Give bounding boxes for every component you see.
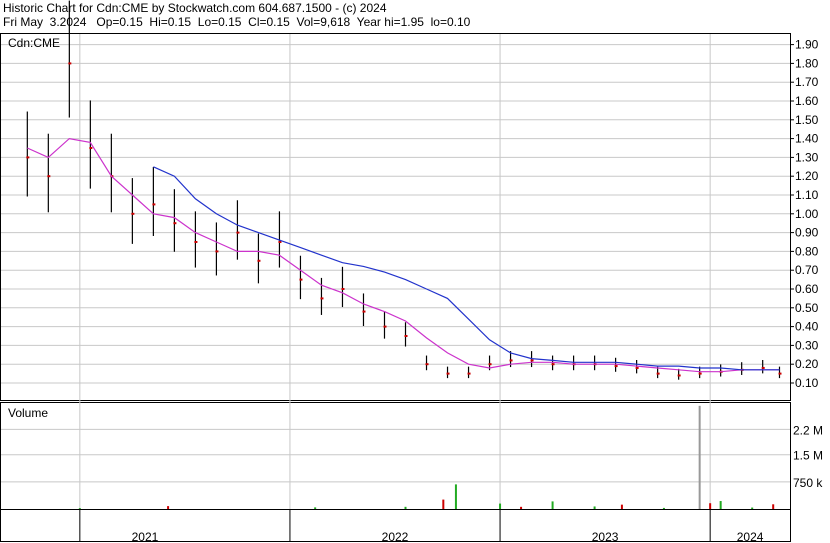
volume-bar (709, 503, 712, 509)
close-marker (778, 372, 782, 375)
close-marker (614, 365, 618, 368)
moving-average-short-line (27, 137, 780, 373)
price-tick-label: 0.90 (795, 226, 819, 240)
close-marker (404, 335, 408, 337)
close-marker (299, 278, 303, 281)
price-tick-label: 0.10 (795, 376, 819, 390)
close-marker (341, 288, 345, 290)
close-marker (215, 250, 219, 253)
volume-tick-label: 750 k (793, 476, 823, 490)
chart-window: Historic Chart for Cdn:CME by Stockwatch… (0, 0, 830, 543)
close-marker (152, 203, 156, 206)
volume-bar (551, 501, 554, 509)
volume-panel-frame (0, 402, 791, 510)
year-label: 2024 (737, 530, 764, 543)
price-tick-label: 1.50 (795, 113, 819, 127)
close-marker (698, 372, 702, 375)
close-marker (89, 147, 93, 149)
price-tick-label: 1.20 (795, 169, 819, 183)
volume-bar (719, 501, 722, 509)
price-tick-label: 1.40 (795, 132, 819, 146)
volume-bar (499, 503, 502, 509)
close-marker (383, 325, 387, 328)
price-tick-label: 1.60 (795, 94, 819, 108)
close-marker (677, 374, 681, 377)
price-panel-title: Cdn:CME (8, 36, 60, 50)
volume-panel-title: Volume (8, 406, 48, 420)
price-tick-label: 1.00 (795, 207, 819, 221)
close-marker (467, 372, 471, 375)
close-marker (320, 297, 324, 300)
close-marker (194, 241, 198, 243)
volume-bar (314, 507, 317, 509)
volume-bar (751, 507, 754, 509)
volume-bar (442, 499, 445, 509)
moving-average-long-line (153, 166, 780, 371)
close-marker (257, 259, 261, 262)
volume-bar (78, 508, 81, 509)
year-label: 2021 (132, 530, 159, 543)
volume-bar (620, 504, 623, 509)
price-tick-label: 1.90 (795, 38, 819, 52)
close-marker (47, 175, 51, 178)
close-marker (173, 222, 177, 225)
price-tick-label: 0.70 (795, 263, 819, 277)
price-tick-label: 0.30 (795, 338, 819, 352)
close-marker (446, 372, 450, 375)
close-marker (488, 363, 492, 366)
price-tick-label: 1.70 (795, 75, 819, 89)
price-tick-label: 0.60 (795, 282, 819, 296)
price-tick-label: 0.20 (795, 357, 819, 371)
volume-bar (662, 507, 665, 509)
volume-bar (404, 506, 407, 509)
close-marker (362, 310, 366, 313)
price-volume-chart: 1.90 1.80 1.70 1.60 1.50 1.40 1.30 1.20 1.10 1.00… (0, 0, 823, 543)
price-tick-label: 0.40 (795, 320, 819, 334)
price-tick-label: 0.50 (795, 301, 819, 315)
volume-tick-label: 2.2 M (793, 423, 823, 437)
close-marker (551, 363, 555, 366)
year-label: 2022 (382, 530, 409, 543)
price-tick-label: 1.10 (795, 188, 819, 202)
close-marker (131, 212, 135, 215)
close-marker (68, 62, 72, 65)
volume-bar (454, 484, 457, 509)
close-marker (656, 372, 660, 375)
close-marker (425, 363, 429, 366)
price-tick-label: 0.80 (795, 244, 819, 258)
price-tick-label: 1.80 (795, 56, 819, 70)
volume-bar (167, 506, 170, 509)
volume-bar (593, 506, 596, 509)
close-marker (761, 366, 765, 369)
year-label: 2023 (592, 530, 619, 543)
price-tick-label: 1.30 (795, 150, 819, 164)
close-marker (236, 231, 240, 234)
close-marker (509, 359, 513, 362)
close-marker (26, 156, 30, 159)
volume-bar (772, 504, 775, 509)
close-marker (635, 366, 639, 369)
volume-bar (698, 405, 701, 509)
close-marker (530, 359, 534, 362)
volume-bar (520, 506, 523, 509)
volume-tick-label: 1.5 M (793, 449, 823, 463)
